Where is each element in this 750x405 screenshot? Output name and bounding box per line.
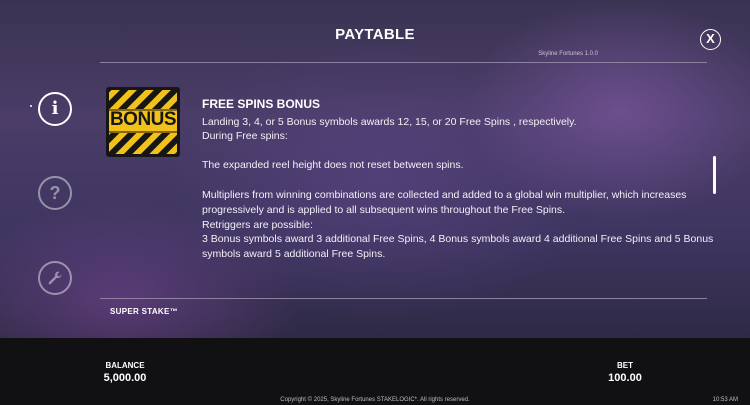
bonus-symbol-label: BONUS (109, 109, 177, 130)
help-button[interactable]: ? (38, 176, 72, 210)
scrollbar-thumb[interactable] (713, 156, 716, 194)
description-line: The expanded reel height does not reset … (202, 159, 464, 171)
info-icon: i (51, 98, 59, 119)
active-indicator-dot (30, 105, 32, 107)
version-label: Skyline Fortunes 1.0.0 (538, 51, 598, 57)
description-line: Landing 3, 4, or 5 Bonus symbols awards … (202, 116, 577, 128)
section-divider (100, 298, 707, 299)
balance-value: 5,000.00 (103, 372, 147, 384)
description-line: Multipliers from winning combinations ar… (202, 189, 687, 201)
free-spins-title: FREE SPINS BONUS (202, 97, 321, 111)
description-line: During Free spins: (202, 130, 288, 142)
info-button[interactable]: i (38, 92, 72, 126)
bonus-symbol: BONUS (106, 87, 180, 157)
description-line: 3 Bonus symbols award 3 additional Free … (202, 233, 714, 245)
help-icon: ? (49, 183, 61, 203)
bet-label: BET (617, 361, 633, 370)
top-divider (100, 62, 707, 63)
paytable-title: PAYTABLE (335, 26, 415, 43)
description-line: Retriggers are possible: (202, 219, 313, 231)
close-icon: X (706, 31, 715, 46)
clock-text: 10:53 AM (712, 397, 738, 403)
balance-label: BALANCE (105, 361, 145, 370)
settings-button[interactable] (38, 261, 72, 295)
close-button[interactable]: X (700, 29, 721, 50)
description-line: progressively and is applied to all subs… (202, 204, 566, 216)
copyright-text: Copyright © 2025, Skyline Fortunes STAKE… (280, 397, 470, 403)
description-line: symbols award 5 additional Free Spins. (202, 248, 386, 260)
super-stake-title: SUPER STAKE™ (110, 307, 178, 316)
wrench-icon (48, 271, 62, 285)
bet-value: 100.00 (608, 372, 642, 384)
